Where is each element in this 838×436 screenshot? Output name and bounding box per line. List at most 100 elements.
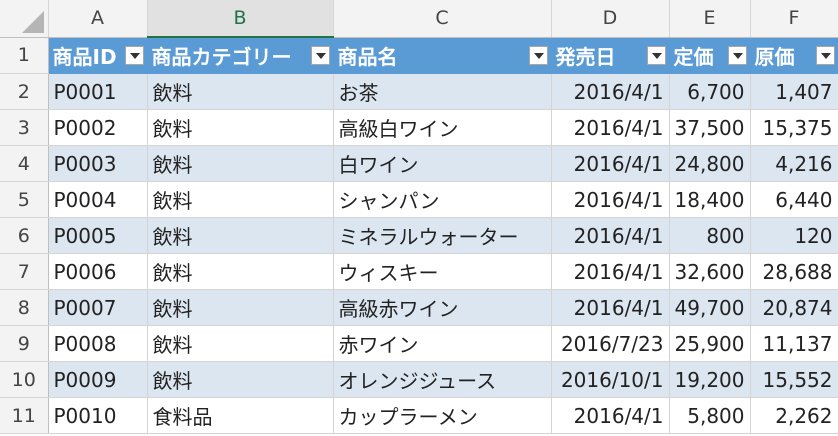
cell-category[interactable]: 飲料 xyxy=(147,289,334,326)
cell-release-date[interactable]: 2016/4/1 xyxy=(551,145,670,182)
cell-cost[interactable]: 4,216 xyxy=(750,145,838,182)
cell-product-name[interactable]: ウィスキー xyxy=(333,253,552,290)
table-row: 4 P0003 飲料 白ワイン 2016/4/1 24,800 4,216 xyxy=(0,145,838,182)
cell-release-date[interactable]: 2016/4/1 xyxy=(551,289,670,326)
row-header[interactable]: 8 xyxy=(0,289,49,326)
table-row: 6 P0005 飲料 ミネラルウォーター 2016/4/1 800 120 xyxy=(0,217,838,254)
cell-product-name[interactable]: 高級赤ワイン xyxy=(333,289,552,326)
cell-cost[interactable]: 15,552 xyxy=(750,361,838,398)
cell-category[interactable]: 飲料 xyxy=(147,361,334,398)
cell-product-name[interactable]: カップラーメン xyxy=(333,397,552,434)
filter-dropdown-icon[interactable] xyxy=(646,45,666,65)
cell-release-date[interactable]: 2016/4/1 xyxy=(551,253,670,290)
cell-release-date[interactable]: 2016/4/1 xyxy=(551,73,670,110)
cell-product-name[interactable]: 高級白ワイン xyxy=(333,109,552,146)
row-header[interactable]: 2 xyxy=(0,73,49,110)
cell-product-id[interactable]: P0007 xyxy=(48,289,148,326)
row-header[interactable]: 6 xyxy=(0,217,49,254)
cell-list-price[interactable]: 25,900 xyxy=(669,325,751,362)
cell-list-price[interactable]: 19,200 xyxy=(669,361,751,398)
column-header-c[interactable]: C xyxy=(333,0,552,38)
cell-category[interactable]: 飲料 xyxy=(147,73,334,110)
cell-category[interactable]: 飲料 xyxy=(147,325,334,362)
header-label: 商品カテゴリー xyxy=(151,45,292,69)
row-header[interactable]: 7 xyxy=(0,253,49,290)
cell-product-id[interactable]: P0009 xyxy=(48,361,148,398)
table-row: 8 P0007 飲料 高級赤ワイン 2016/4/1 49,700 20,874 xyxy=(0,289,838,326)
filter-dropdown-icon[interactable] xyxy=(815,45,835,65)
cell-category[interactable]: 飲料 xyxy=(147,181,334,218)
cell-product-id[interactable]: P0006 xyxy=(48,253,148,290)
row-header[interactable]: 5 xyxy=(0,181,49,218)
cell-list-price[interactable]: 32,600 xyxy=(669,253,751,290)
cell-cost[interactable]: 1,407 xyxy=(750,73,838,110)
cell-cost[interactable]: 2,262 xyxy=(750,397,838,434)
row-header[interactable]: 1 xyxy=(0,37,49,74)
cell-cost[interactable]: 6,440 xyxy=(750,181,838,218)
row-header[interactable]: 4 xyxy=(0,145,49,182)
column-header-d[interactable]: D xyxy=(551,0,670,38)
header-cell-cost[interactable]: 原価 xyxy=(750,37,838,74)
filter-dropdown-icon[interactable] xyxy=(727,45,747,65)
column-header-f[interactable]: F xyxy=(750,0,838,38)
cell-product-id[interactable]: P0005 xyxy=(48,217,148,254)
cell-list-price[interactable]: 37,500 xyxy=(669,109,751,146)
cell-release-date[interactable]: 2016/7/23 xyxy=(551,325,670,362)
cell-product-name[interactable]: 赤ワイン xyxy=(333,325,552,362)
select-all-button[interactable] xyxy=(0,0,49,38)
cell-release-date[interactable]: 2016/10/1 xyxy=(551,361,670,398)
cell-product-name[interactable]: お茶 xyxy=(333,73,552,110)
table-row: 10 P0009 飲料 オレンジジュース 2016/10/1 19,200 15… xyxy=(0,361,838,398)
cell-category[interactable]: 飲料 xyxy=(147,253,334,290)
cell-product-name[interactable]: オレンジジュース xyxy=(333,361,552,398)
cell-list-price[interactable]: 5,800 xyxy=(669,397,751,434)
header-cell-category[interactable]: 商品カテゴリー xyxy=(147,37,334,74)
cell-product-name[interactable]: シャンパン xyxy=(333,181,552,218)
table-row: 3 P0002 飲料 高級白ワイン 2016/4/1 37,500 15,375 xyxy=(0,109,838,146)
filter-dropdown-icon[interactable] xyxy=(528,45,548,65)
header-label: 定価 xyxy=(673,44,714,69)
header-cell-product-name[interactable]: 商品名 xyxy=(333,37,552,74)
table-row: 9 P0008 飲料 赤ワイン 2016/7/23 25,900 11,137 xyxy=(0,325,838,362)
header-cell-list-price[interactable]: 定価 xyxy=(669,37,751,74)
cell-cost[interactable]: 120 xyxy=(750,217,838,254)
header-label: 発売日 xyxy=(555,44,616,69)
column-header-a[interactable]: A xyxy=(48,0,148,38)
row-header[interactable]: 3 xyxy=(0,109,49,146)
header-cell-product-id[interactable]: 商品ID xyxy=(48,37,148,74)
cell-release-date[interactable]: 2016/4/1 xyxy=(551,217,670,254)
cell-category[interactable]: 飲料 xyxy=(147,145,334,182)
cell-list-price[interactable]: 18,400 xyxy=(669,181,751,218)
cell-cost[interactable]: 11,137 xyxy=(750,325,838,362)
filter-dropdown-icon[interactable] xyxy=(124,45,144,65)
row-header[interactable]: 10 xyxy=(0,361,49,398)
header-cell-release-date[interactable]: 発売日 xyxy=(551,37,670,74)
cell-list-price[interactable]: 800 xyxy=(669,217,751,254)
row-header[interactable]: 9 xyxy=(0,325,49,362)
column-header-b[interactable]: B xyxy=(147,0,334,38)
filter-dropdown-icon[interactable] xyxy=(310,46,330,65)
column-header-e[interactable]: E xyxy=(669,0,751,38)
cell-category[interactable]: 食料品 xyxy=(147,397,334,434)
cell-product-id[interactable]: P0010 xyxy=(48,397,148,434)
cell-category[interactable]: 飲料 xyxy=(147,109,334,146)
table-row: 2 P0001 飲料 お茶 2016/4/1 6,700 1,407 xyxy=(0,73,838,110)
cell-cost[interactable]: 15,375 xyxy=(750,109,838,146)
cell-release-date[interactable]: 2016/4/1 xyxy=(551,397,670,434)
cell-product-id[interactable]: P0003 xyxy=(48,145,148,182)
cell-cost[interactable]: 20,874 xyxy=(750,289,838,326)
cell-list-price[interactable]: 24,800 xyxy=(669,145,751,182)
cell-release-date[interactable]: 2016/4/1 xyxy=(551,109,670,146)
cell-category[interactable]: 飲料 xyxy=(147,217,334,254)
cell-product-id[interactable]: P0008 xyxy=(48,325,148,362)
cell-list-price[interactable]: 49,700 xyxy=(669,289,751,326)
cell-cost[interactable]: 28,688 xyxy=(750,253,838,290)
cell-product-id[interactable]: P0004 xyxy=(48,181,148,218)
cell-product-name[interactable]: 白ワイン xyxy=(333,145,552,182)
cell-product-name[interactable]: ミネラルウォーター xyxy=(333,217,552,254)
row-header[interactable]: 11 xyxy=(0,397,49,434)
cell-product-id[interactable]: P0001 xyxy=(48,73,148,110)
cell-release-date[interactable]: 2016/4/1 xyxy=(551,181,670,218)
cell-product-id[interactable]: P0002 xyxy=(48,109,148,146)
cell-list-price[interactable]: 6,700 xyxy=(669,73,751,110)
